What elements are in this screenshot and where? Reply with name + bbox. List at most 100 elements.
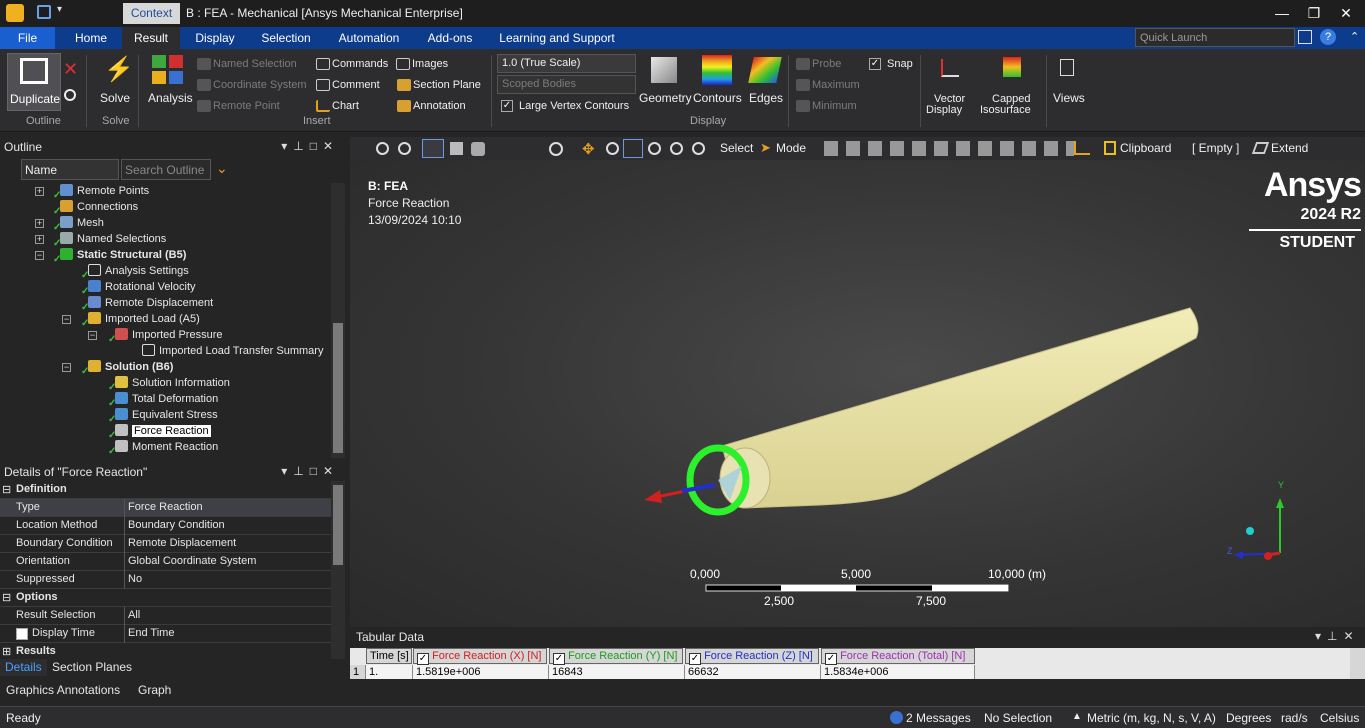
panel-controls-icon[interactable]: ▾⊥□✕ — [281, 139, 339, 153]
restore-icon[interactable]: ❐ — [1302, 3, 1326, 23]
tab-result[interactable]: Result — [122, 27, 180, 49]
zoom-to-fit-icon[interactable] — [648, 142, 661, 155]
expander-icon[interactable]: − — [88, 331, 97, 340]
chart-button[interactable]: Chart — [332, 100, 359, 112]
edges-icon[interactable] — [748, 57, 782, 83]
expander-icon[interactable]: − — [35, 251, 44, 260]
geometry-button[interactable]: Geometry — [639, 91, 692, 105]
fit-view-icon[interactable] — [450, 142, 463, 155]
tree-item-imported-pressure[interactable]: Imported Pressure — [115, 327, 222, 343]
images-button[interactable]: Images — [412, 58, 448, 70]
tree-item-solution[interactable]: Solution (B6) — [88, 359, 173, 375]
tabular-scrollbar[interactable] — [1350, 648, 1365, 679]
select-button[interactable]: Select — [720, 141, 753, 155]
col-force-y[interactable]: ✓ Force Reaction (Y) [N] — [549, 648, 683, 665]
help-icon[interactable]: ? — [1320, 29, 1336, 45]
expander-icon[interactable]: + — [35, 219, 44, 228]
tree-item-force-reaction[interactable]: Force Reaction — [115, 423, 211, 439]
clipboard-icon[interactable] — [1104, 141, 1116, 155]
blade-model[interactable] — [350, 160, 1365, 627]
mode-dropdown[interactable]: Mode — [776, 141, 806, 155]
tab-addons[interactable]: Add-ons — [420, 27, 480, 49]
geometry-icon[interactable] — [651, 57, 677, 83]
graph-icon[interactable] — [1074, 141, 1090, 155]
previous-view-icon[interactable] — [692, 142, 705, 155]
vector-display-label-2[interactable]: Display — [926, 104, 962, 116]
snap-checkbox[interactable]: ✓ — [869, 58, 881, 70]
detail-row-result-selection[interactable]: Result Selection All — [0, 607, 331, 625]
coordinate-system-button[interactable]: Coordinate System — [213, 79, 307, 91]
pan-icon[interactable]: ✥ — [582, 140, 595, 158]
panel-controls-icon[interactable]: ▾⊥✕ — [1315, 629, 1360, 643]
rotate-icon[interactable] — [549, 142, 563, 156]
detail-row-boundary-condition[interactable]: Boundary Condition Remote Displacement — [0, 535, 331, 553]
tree-item-solution-information[interactable]: Solution Information — [115, 375, 230, 391]
box-zoom-icon[interactable] — [623, 139, 643, 158]
detail-row-type[interactable]: Type Force Reaction — [0, 499, 331, 517]
tab-home[interactable]: Home — [62, 27, 120, 49]
annotation-button[interactable]: Annotation — [413, 100, 466, 112]
tab-display[interactable]: Display — [186, 27, 244, 49]
contours-icon[interactable] — [702, 55, 732, 85]
tree-item-analysis-settings[interactable]: Analysis Settings — [88, 263, 189, 279]
quick-access-menu-icon[interactable]: ▾ — [57, 4, 62, 15]
tab-learning-support[interactable]: Learning and Support — [493, 27, 621, 49]
detail-row-display-time[interactable]: Display Time End Time — [0, 625, 331, 643]
tab-selection[interactable]: Selection — [253, 27, 319, 49]
solve-icon[interactable]: ⚡ — [104, 55, 134, 84]
extend-dropdown[interactable]: Extend — [1271, 141, 1308, 155]
col-force-z[interactable]: ✓ Force Reaction (Z) [N] — [685, 648, 819, 665]
edges-button[interactable]: Edges — [749, 91, 783, 105]
graphics-viewport[interactable]: B: FEA Force Reaction 13/09/2024 10:10 A… — [350, 160, 1365, 627]
col-force-z-checkbox[interactable]: ✓ — [689, 653, 701, 665]
close-icon[interactable]: ✕ — [1334, 3, 1358, 23]
messages-icon[interactable] — [890, 711, 903, 724]
tab-automation[interactable]: Automation — [331, 27, 407, 49]
col-force-y-checkbox[interactable]: ✓ — [553, 653, 565, 665]
panel-controls-icon[interactable]: ▾⊥□✕ — [281, 464, 339, 478]
tab-details[interactable]: Details — [0, 659, 47, 676]
outline-search-input[interactable]: Search Outline — [121, 159, 211, 180]
tree-item-named-selections[interactable]: Named Selections — [60, 231, 166, 247]
details-scrollbar[interactable] — [331, 481, 345, 659]
context-tab[interactable]: Context — [123, 3, 180, 24]
col-force-total-checkbox[interactable]: ✓ — [825, 653, 837, 665]
zoom-out-icon[interactable] — [376, 142, 389, 155]
tab-graphics-annotations[interactable]: Graphics Annotations — [6, 683, 120, 697]
named-selection-button[interactable]: Named Selection — [213, 58, 297, 70]
tree-item-connections[interactable]: Connections — [60, 199, 138, 215]
capped-isosurface-label-2[interactable]: Isosurface — [980, 104, 1031, 116]
tree-item-equivalent-stress[interactable]: Equivalent Stress — [115, 407, 218, 423]
status-rotation[interactable]: rad/s — [1281, 711, 1308, 725]
magnifier-icon[interactable] — [670, 142, 683, 155]
display-time-checkbox[interactable] — [16, 628, 28, 640]
tree-item-remote-points[interactable]: Remote Points — [60, 183, 149, 199]
zoom-in-icon[interactable] — [398, 142, 411, 155]
collapse-ribbon-icon[interactable]: ⌃ — [1350, 30, 1359, 43]
detail-row-suppressed[interactable]: Suppressed No — [0, 571, 331, 589]
views-button[interactable]: Views — [1053, 91, 1085, 105]
tree-item-imported-load[interactable]: Imported Load (A5) — [88, 311, 200, 327]
maximum-button[interactable]: Maximum — [812, 79, 860, 91]
look-at-icon[interactable] — [471, 142, 485, 156]
col-force-total[interactable]: ✓ Force Reaction (Total) [N] — [821, 648, 975, 665]
analysis-icon[interactable] — [152, 55, 184, 85]
tree-item-rotational-velocity[interactable]: Rotational Velocity — [88, 279, 196, 295]
tree-item-imported-load-transfer-summary[interactable]: Imported Load Transfer Summary — [142, 343, 323, 359]
col-force-x-checkbox[interactable]: ✓ — [417, 653, 429, 665]
remote-point-button[interactable]: Remote Point — [213, 100, 280, 112]
zoom-icon[interactable] — [606, 142, 619, 155]
status-units-arrow-icon[interactable]: ▲ — [1072, 711, 1082, 722]
tree-item-total-deformation[interactable]: Total Deformation — [115, 391, 218, 407]
comment-button[interactable]: Comment — [332, 79, 380, 91]
tree-item-mesh[interactable]: Mesh — [60, 215, 104, 231]
status-units[interactable]: Metric (m, kg, N, s, V, A) — [1087, 711, 1216, 725]
solve-button[interactable]: Solve — [100, 91, 130, 105]
scale-select[interactable]: 1.0 (True Scale) — [497, 54, 636, 73]
contours-button[interactable]: Contours — [693, 91, 742, 105]
feedback-icon[interactable] — [1298, 30, 1312, 44]
commands-button[interactable]: Commands — [332, 58, 388, 70]
cursor-icon[interactable]: ➤ — [760, 140, 771, 156]
probe-button[interactable]: Probe — [812, 58, 841, 70]
tree-item-remote-displacement[interactable]: Remote Displacement — [88, 295, 213, 311]
